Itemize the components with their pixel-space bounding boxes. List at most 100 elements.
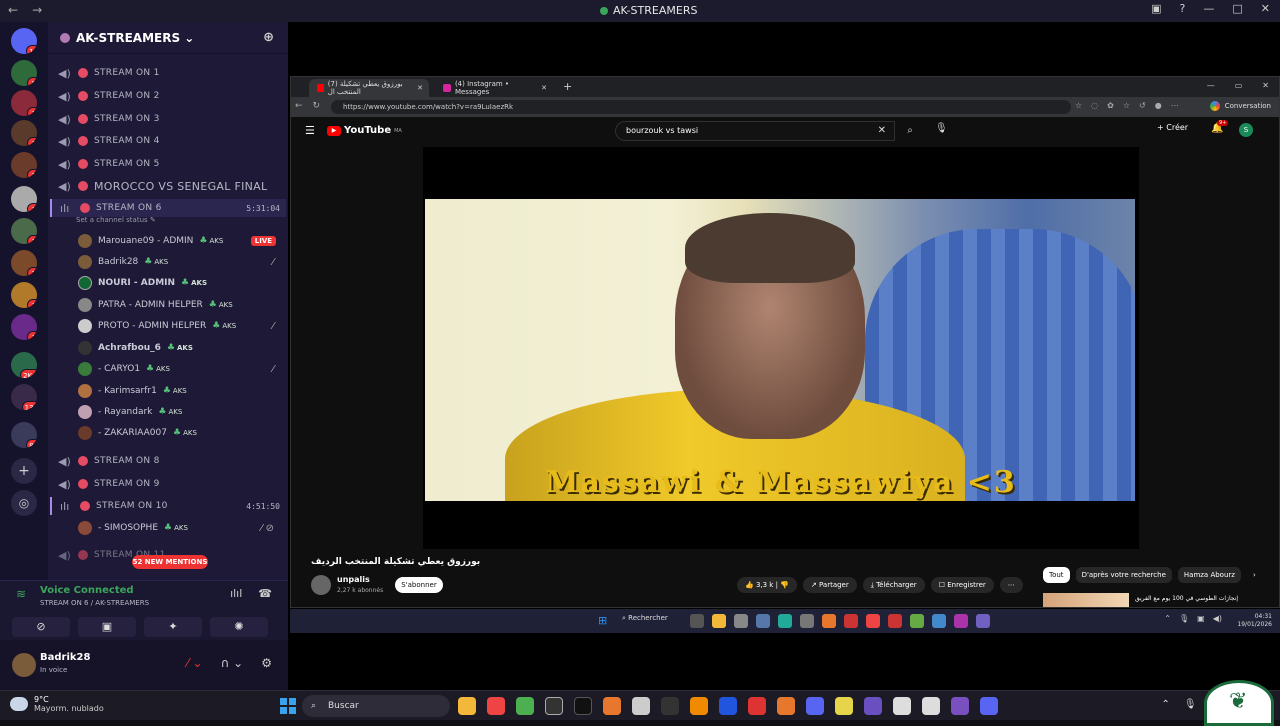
voice-member[interactable]: - Rayandark ♣ AKS	[78, 403, 278, 421]
bell-icon[interactable]: 🔔 9+	[1211, 120, 1229, 134]
server-folder-icon[interactable]: 82	[11, 422, 37, 448]
server-icon[interactable]: 2K+	[11, 352, 37, 378]
chip-related[interactable]: D'après votre recherche	[1075, 567, 1172, 583]
voice-member[interactable]: PATRA - ADMIN HELPER ♣ AKS	[78, 296, 278, 314]
youtube-logo[interactable]: ▶ YouTube MA	[327, 125, 402, 136]
home-icon[interactable]: 11	[11, 28, 37, 54]
voice-channel[interactable]: ◀) STREAM ON 5	[58, 155, 283, 173]
discord-icon[interactable]	[976, 614, 990, 628]
discover-icon[interactable]: ◎	[11, 490, 37, 516]
download-button[interactable]: ⤓ Télécharger	[862, 577, 925, 593]
app-icon[interactable]	[864, 697, 882, 715]
extension-icon[interactable]: ✿	[1107, 101, 1114, 110]
noise-suppression-icon[interactable]: ılıl	[230, 587, 242, 600]
favorites-icon[interactable]: ☆	[1123, 101, 1130, 110]
minimize-icon[interactable]: —	[1203, 2, 1214, 15]
app-icon[interactable]	[932, 614, 946, 628]
recommended-video[interactable]: إنجازات الطوسي في 100 يوم مع الفريق	[1043, 593, 1253, 607]
app-icon[interactable]	[719, 697, 737, 715]
folder-icon[interactable]	[712, 614, 726, 628]
voice-member[interactable]: PROTO - ADMIN HELPER ♣ AKS ⁄	[78, 317, 278, 335]
voice-member[interactable]: NOURI - ADMIN ♣ AKS	[78, 274, 278, 292]
minimize-icon[interactable]: —	[1207, 81, 1215, 90]
activities-button[interactable]: ✦	[144, 617, 202, 637]
chevron-up-icon[interactable]: ⌃	[1161, 699, 1169, 710]
clear-icon[interactable]: ✕	[878, 122, 886, 140]
chevron-right-icon[interactable]: ›	[1247, 567, 1262, 583]
tab-youtube[interactable]: (7) بورزوق يعطي تشكيلة المنتخب ال ✕	[309, 79, 429, 97]
invite-icon[interactable]: ⊕	[263, 30, 274, 45]
voice-channel[interactable]: ◀) STREAM ON 2	[58, 87, 283, 105]
reload-icon[interactable]: ↻	[313, 101, 321, 111]
voice-member[interactable]: Achrafbou_6 ♣ AKS	[78, 339, 278, 357]
soundboard-button[interactable]: ✺	[210, 617, 268, 637]
clock[interactable]: 04:31 19/01/2026	[1237, 613, 1272, 629]
more-icon[interactable]: ⋯	[1171, 101, 1179, 110]
voice-channel[interactable]: ◀) STREAM ON 4	[58, 132, 283, 150]
maximize-icon[interactable]: ▭	[1235, 81, 1243, 90]
app-icon[interactable]	[910, 614, 924, 628]
history-icon[interactable]: ↺	[1139, 101, 1146, 110]
inbox-icon[interactable]: ▣	[1151, 2, 1161, 15]
server-icon[interactable]: 1	[11, 282, 37, 308]
folder-icon[interactable]	[458, 697, 476, 715]
app-icon[interactable]	[777, 697, 795, 715]
mic-muted-icon[interactable]: ⁄ ⌄	[187, 656, 203, 670]
search-input[interactable]: bourzouk vs tawsi ✕	[615, 121, 895, 141]
close-icon[interactable]: ✕	[1261, 2, 1270, 15]
avatar[interactable]: S	[1239, 123, 1253, 137]
edge-icon[interactable]	[778, 614, 792, 628]
avatar[interactable]	[12, 653, 36, 677]
voice-channel[interactable]: ◀) MOROCCO VS SENEGAL FINAL	[58, 177, 283, 195]
mic-icon[interactable]: 🎙	[1184, 699, 1197, 710]
app-icon[interactable]	[888, 614, 902, 628]
voice-channel[interactable]: ◀) STREAM ON 3	[58, 110, 283, 128]
bookmark-icon[interactable]: ☆	[1075, 101, 1082, 110]
tab-instagram[interactable]: (4) Instagram • Messages ✕	[435, 79, 553, 97]
vlc-icon[interactable]	[690, 697, 708, 715]
voice-member[interactable]: - CARYO1 ♣ AKS ⁄	[78, 360, 278, 378]
app-icon[interactable]	[756, 614, 770, 628]
app-icon[interactable]	[954, 614, 968, 628]
back-icon[interactable]: ←	[8, 3, 18, 17]
profile-icon[interactable]: ●	[1155, 101, 1162, 110]
brave-icon[interactable]	[487, 697, 505, 715]
app-icon[interactable]	[951, 697, 969, 715]
chip-all[interactable]: Tout	[1043, 567, 1070, 583]
server-folder-icon[interactable]: 138	[11, 384, 37, 410]
app-icon[interactable]	[922, 697, 940, 715]
voice-channel[interactable]: ◀) STREAM ON 1	[58, 64, 283, 82]
weather-widget[interactable]: 9°C Mayorm. nublado	[10, 695, 104, 713]
save-button[interactable]: ☐ Enregistrer	[930, 577, 994, 593]
discord-icon[interactable]	[806, 697, 824, 715]
close-icon[interactable]: ✕	[1262, 81, 1269, 90]
server-icon[interactable]: 2	[11, 152, 37, 178]
close-tab-icon[interactable]: ✕	[541, 84, 547, 92]
chevron-up-icon[interactable]: ⌃	[1164, 614, 1171, 623]
network-icon[interactable]: ▣	[1197, 614, 1205, 623]
camera-off-button[interactable]: ⊘	[12, 617, 70, 637]
app-icon[interactable]	[800, 614, 814, 628]
app-icon[interactable]	[893, 697, 911, 715]
chrome-icon[interactable]	[516, 697, 534, 715]
voice-member[interactable]: - ZAKARIAA007 ♣ AKS	[78, 424, 278, 442]
like-button[interactable]: 👍 3,3 k | 👎	[737, 577, 797, 593]
app-icon[interactable]	[632, 697, 650, 715]
voice-member[interactable]: - SIMOSOPHE ♣ AKS ⁄ ⊘	[78, 519, 278, 537]
menu-icon[interactable]: ☰	[305, 124, 315, 137]
disconnect-icon[interactable]: ☎	[258, 587, 272, 600]
server-icon[interactable]: 5	[11, 60, 37, 86]
voice-channel[interactable]: ıIı STREAM ON 10 4:51:50	[50, 497, 286, 515]
server-icon[interactable]: 1	[11, 186, 37, 212]
video-player[interactable]: Massawi & Massawiya <3 2M	[423, 147, 1139, 549]
app-icon[interactable]	[835, 697, 853, 715]
terminal-icon[interactable]	[661, 697, 679, 715]
nav-arrows[interactable]: ← →	[8, 3, 42, 17]
screen-share-button[interactable]: ▣	[78, 617, 136, 637]
chip-channel[interactable]: Hamza Abourz	[1177, 567, 1241, 583]
forward-icon[interactable]: →	[32, 3, 42, 17]
tiktok-icon[interactable]	[574, 697, 592, 715]
help-icon[interactable]: ?	[1180, 2, 1186, 15]
voice-channel[interactable]: ◀) STREAM ON 8	[58, 452, 283, 470]
voice-channel[interactable]: ◀) STREAM ON 9	[58, 475, 283, 493]
